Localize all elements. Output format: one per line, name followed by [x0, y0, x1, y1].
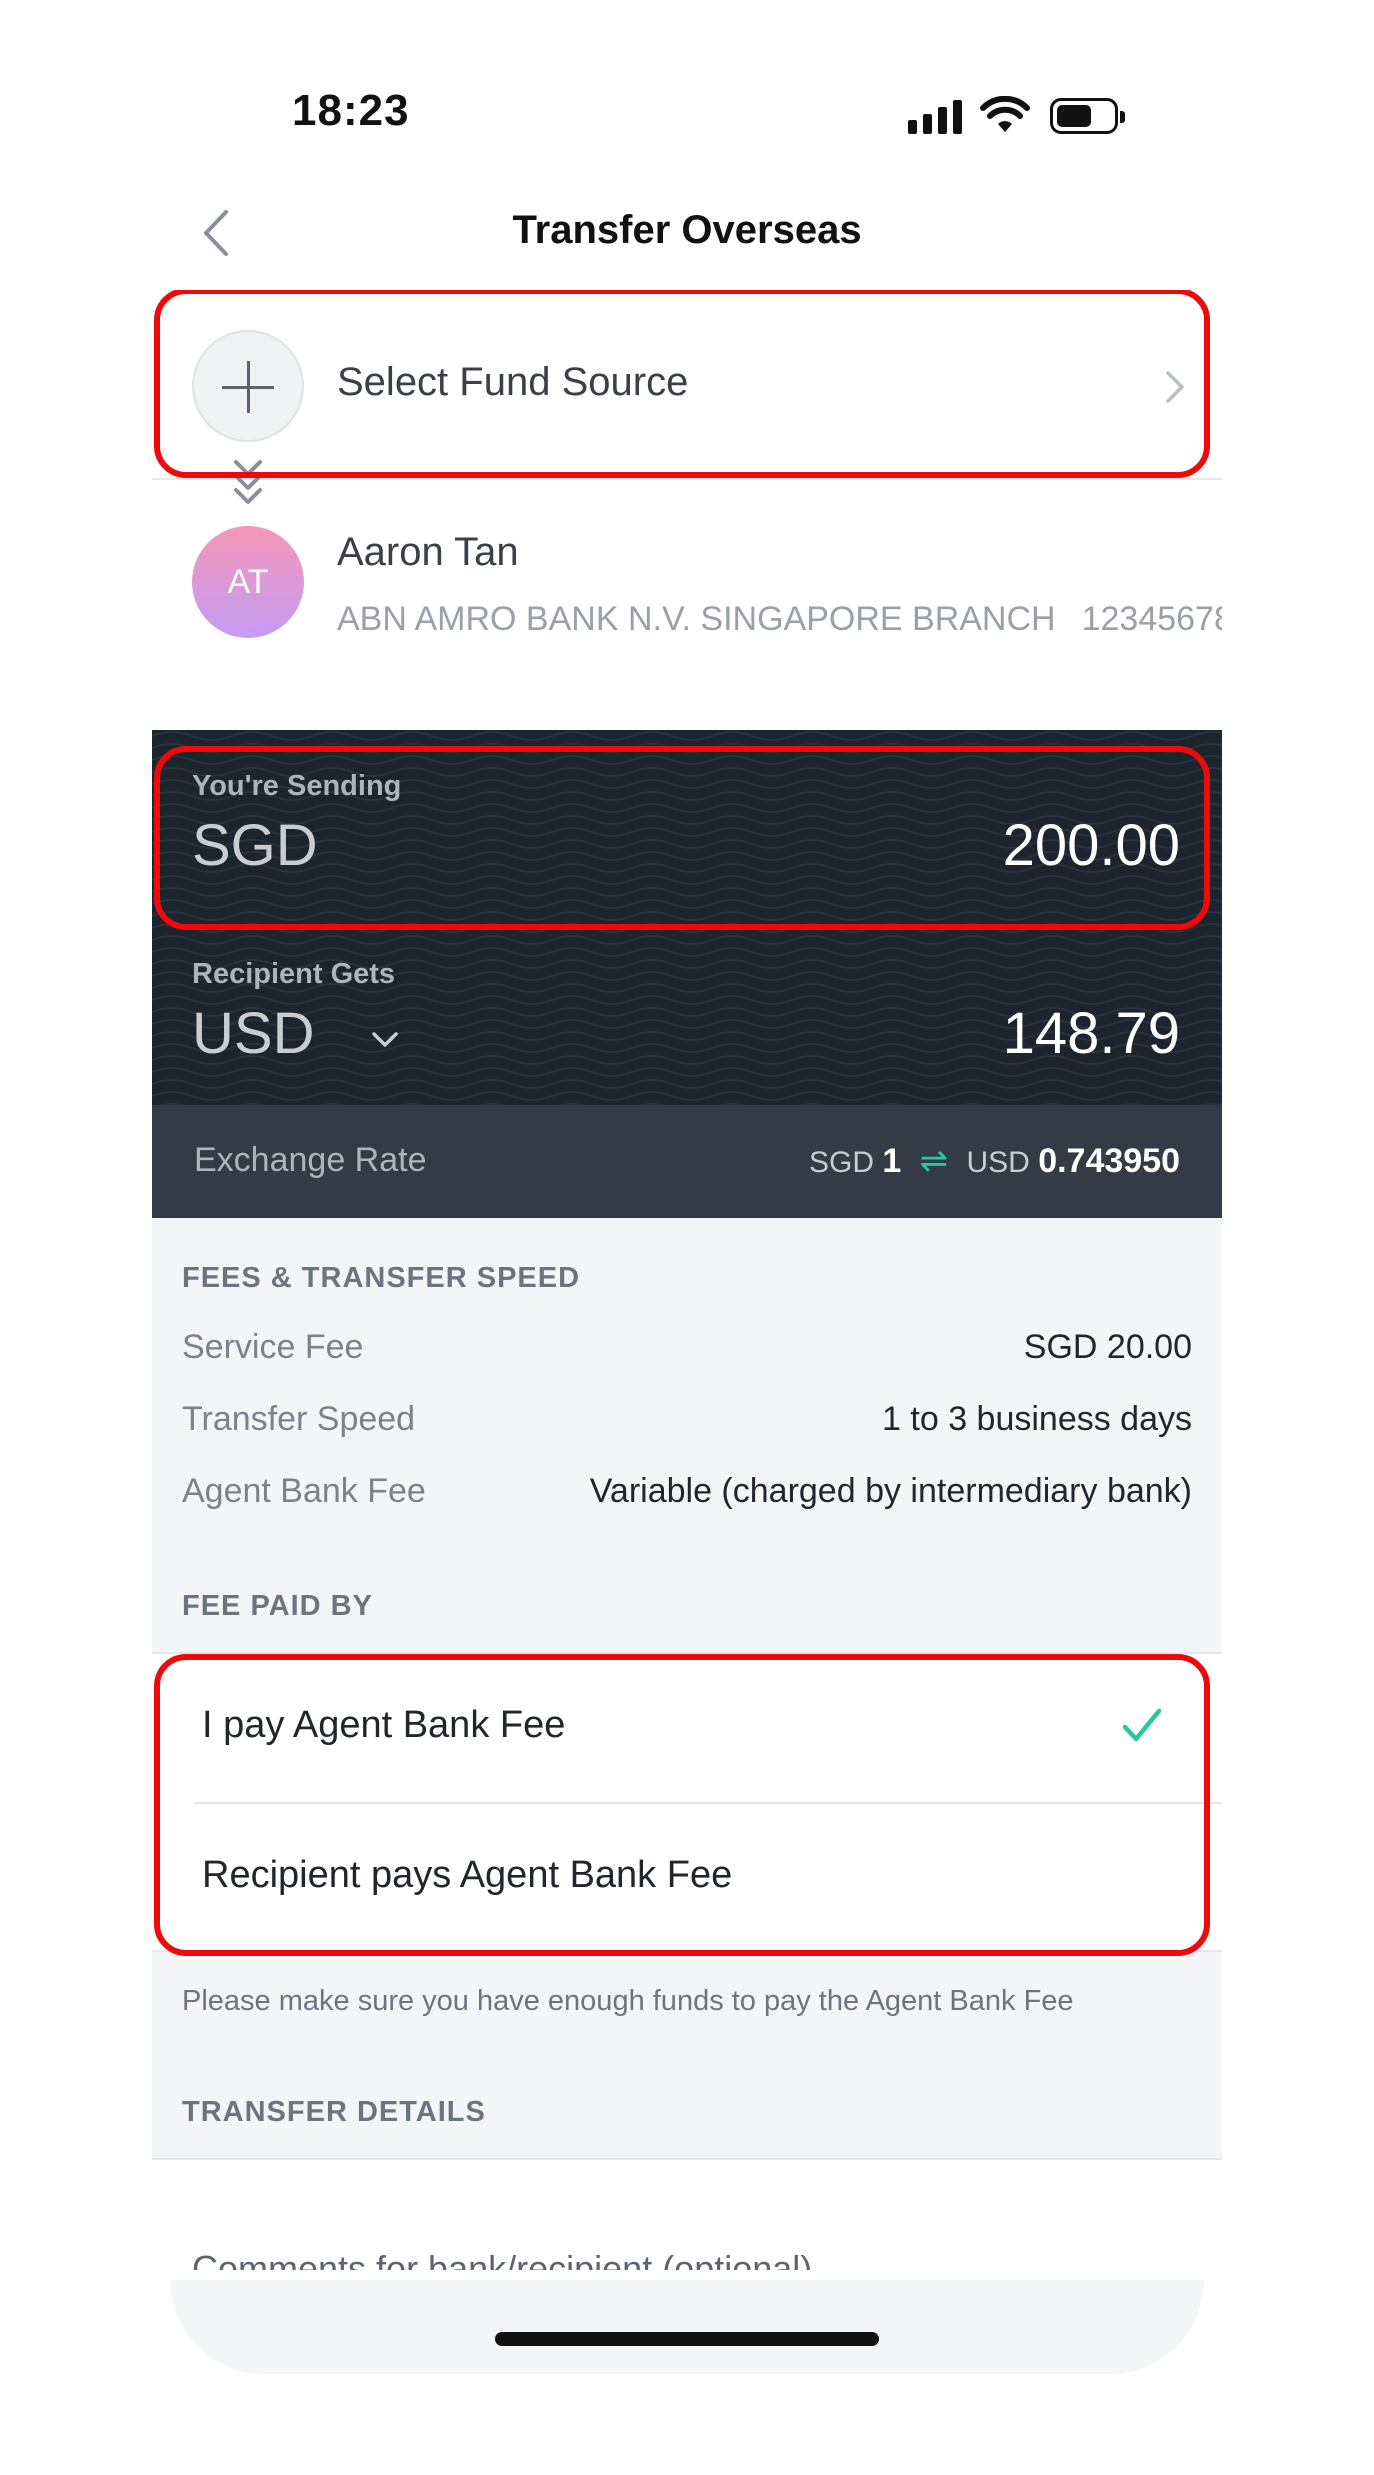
transfer-details-heading: TRANSFER DETAILS: [182, 2096, 486, 2128]
status-time: 18:23: [292, 86, 410, 135]
fee-value: 1 to 3 business days: [882, 1400, 1192, 1438]
rate-to-value: 0.743950: [1038, 1142, 1180, 1180]
transfer-overseas-screen: 18:23 Transfer Overseas Select Fund Sour…: [0, 0, 1374, 2475]
fee-key: Service Fee: [182, 1328, 364, 1366]
fees-heading: FEES & TRANSFER SPEED: [182, 1262, 581, 1294]
fee-paid-by-heading: FEE PAID BY: [182, 1590, 373, 1622]
wifi-icon: [980, 96, 1030, 132]
fee-key: Agent Bank Fee: [182, 1472, 426, 1510]
exchange-rate-bar: Exchange Rate SGD 1 ⇌ USD 0.743950: [152, 1105, 1222, 1218]
home-indicator[interactable]: [495, 2332, 879, 2346]
battery-icon: [1050, 98, 1125, 134]
fee-value: Variable (charged by intermediary bank): [589, 1472, 1192, 1510]
exchange-rate-value: SGD 1 ⇌ USD 0.743950: [809, 1141, 1180, 1181]
swap-arrows-icon: ⇌: [919, 1142, 949, 1180]
receiving-currency[interactable]: USD: [192, 1000, 314, 1067]
recipient-bank: ABN AMRO BANK N.V. SINGAPORE BRANCH: [337, 600, 1056, 638]
recipient-account: 12345678: [1081, 600, 1222, 638]
rate-from-value: 1: [882, 1142, 902, 1180]
highlight-fund-source: [154, 290, 1210, 478]
recipient-bank-line: ABN AMRO BANK N.V. SINGAPORE BRANCH 12345…: [337, 600, 1222, 639]
chevron-down-icon[interactable]: [370, 1030, 400, 1050]
transfer-form: Select Fund Source AT Aaron Tan ABN AMRO…: [152, 290, 1222, 2270]
receiving-amount: 148.79: [1002, 1001, 1180, 1066]
fee-note: Please make sure you have enough funds t…: [182, 1985, 1074, 2017]
rate-from-currency: SGD: [809, 1146, 875, 1179]
exchange-rate-label: Exchange Rate: [194, 1141, 427, 1179]
recipient-gets-label: Recipient Gets: [192, 958, 396, 990]
fee-key: Transfer Speed: [182, 1400, 416, 1438]
recipient-name: Aaron Tan: [337, 530, 519, 574]
comments-field[interactable]: Comments for bank/recipient (optional): [152, 2160, 1222, 2270]
cellular-signal-icon: [908, 100, 962, 134]
rate-to-currency: USD: [966, 1146, 1030, 1179]
comments-placeholder[interactable]: Comments for bank/recipient (optional): [192, 2248, 812, 2270]
highlight-fee-paid-by: [154, 1654, 1210, 1956]
highlight-sending-amount: [154, 746, 1210, 930]
fee-value: SGD 20.00: [1023, 1328, 1192, 1366]
page-title: Transfer Overseas: [512, 208, 862, 252]
recipient-avatar: AT: [192, 526, 304, 638]
bottom-edge: [170, 2280, 1204, 2374]
